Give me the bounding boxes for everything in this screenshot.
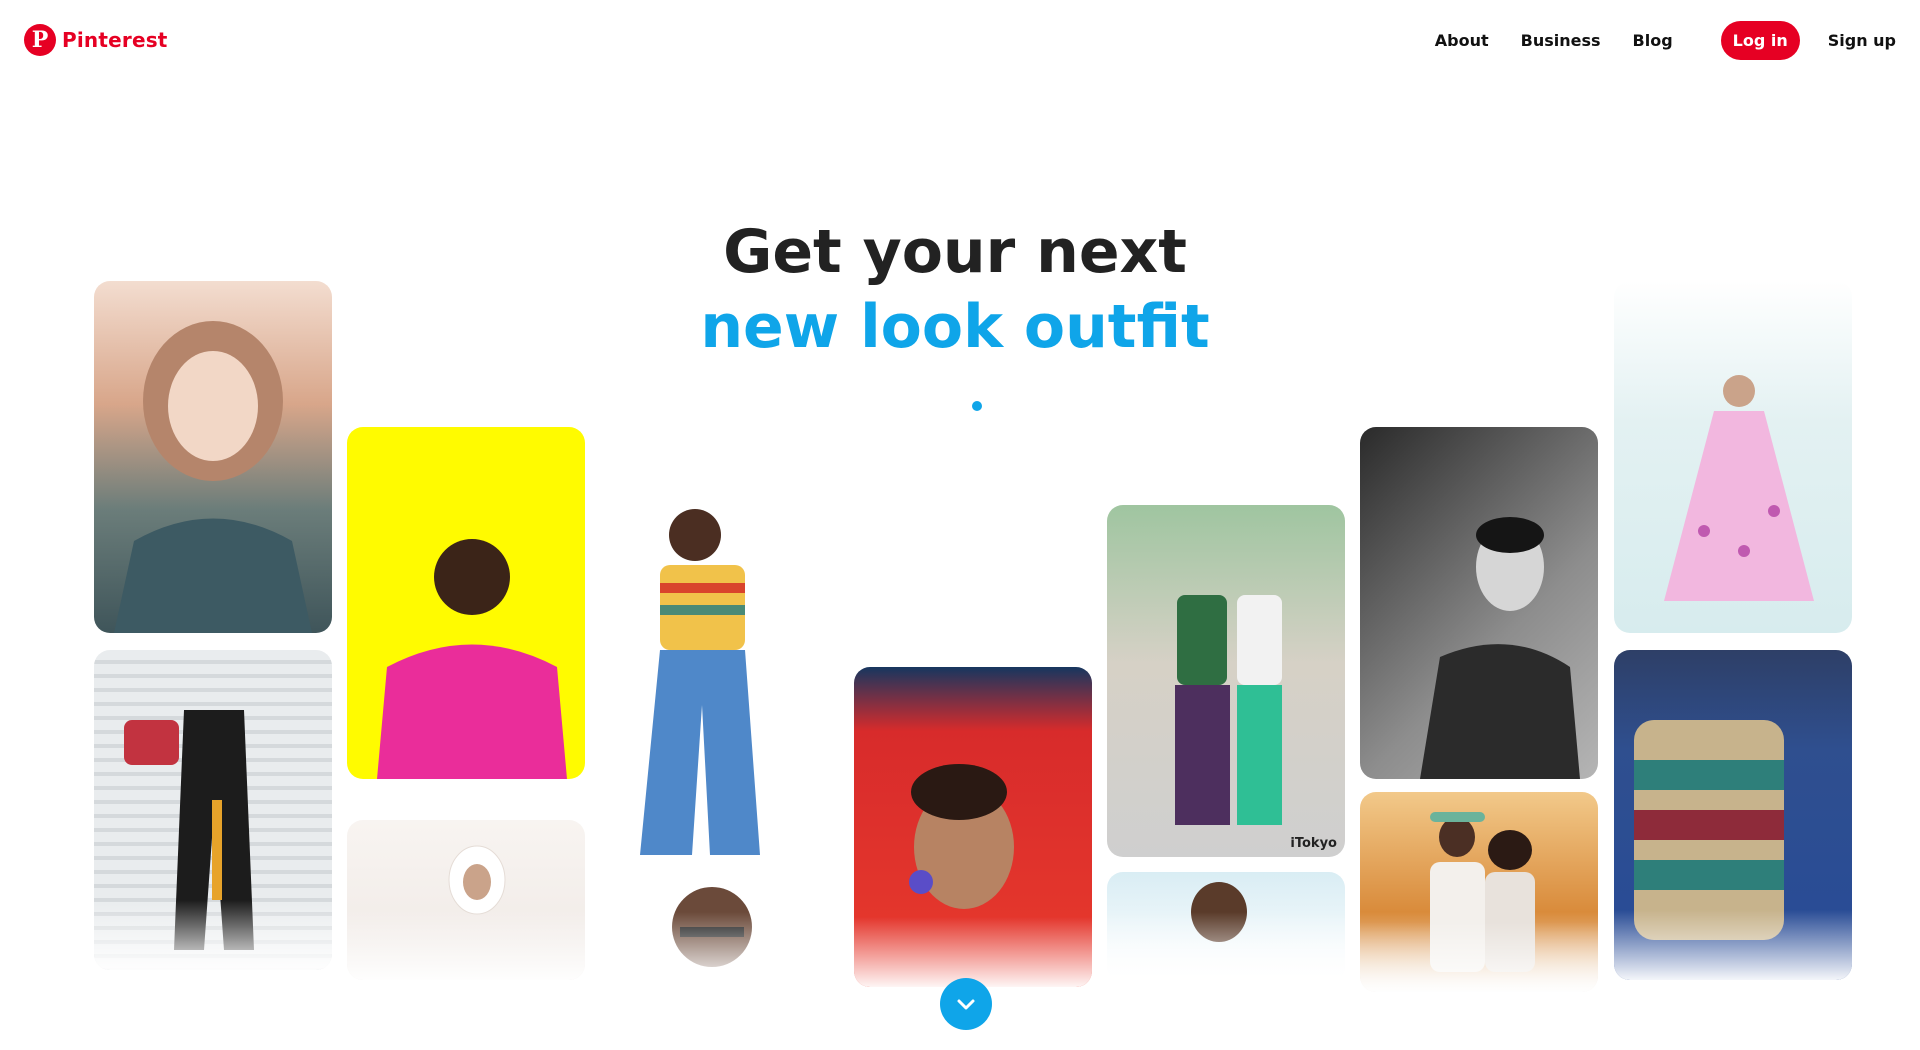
carousel-dot[interactable] (972, 401, 982, 411)
pin-image-man-portrait[interactable] (1107, 872, 1345, 982)
pin-image-street-style-tracksuit[interactable] (94, 650, 332, 970)
signup-button[interactable]: Sign up (1828, 31, 1896, 50)
pin-image-tokyo-street-style[interactable]: iTokyo (1107, 505, 1345, 857)
pin-image-patterned-sneakers[interactable] (1614, 650, 1852, 980)
bw-portrait-illustration (1420, 517, 1580, 779)
tokyo-watermark: iTokyo (1290, 836, 1337, 851)
fade-overlay (600, 912, 838, 982)
pin-image-man-glasses[interactable] (600, 872, 838, 982)
login-button[interactable]: Log in (1720, 20, 1800, 60)
pin-image-man-black-white[interactable] (1360, 427, 1598, 779)
pinterest-logo-icon: P (24, 24, 56, 56)
carousel-indicator[interactable] (972, 401, 982, 411)
pin-image-man-pink-sweater[interactable] (347, 427, 585, 779)
pin-image-couple-autumn[interactable] (1360, 792, 1598, 992)
striped-tee-illustration (640, 509, 760, 855)
pink-sweater-illustration (377, 539, 567, 779)
pin-image-woman-plaid-blazer[interactable] (94, 281, 332, 633)
chevron-down-icon (957, 999, 975, 1010)
pink-dress-illustration (1664, 375, 1814, 601)
fade-overlay (94, 900, 332, 970)
portrait-illustration (114, 321, 312, 633)
pin-image-woman-red-backdrop[interactable] (854, 667, 1092, 987)
pin-image-pink-dress[interactable] (1614, 281, 1852, 633)
brand-name: Pinterest (62, 28, 168, 52)
top-nav: About Business Blog Log in Sign up (1403, 20, 1896, 60)
nav-blog[interactable]: Blog (1633, 31, 1673, 50)
scroll-down-button[interactable] (940, 978, 992, 1030)
nav-business[interactable]: Business (1521, 31, 1601, 50)
fade-overlay (1614, 910, 1852, 980)
tokyo-street-illustration (1175, 595, 1282, 825)
fade-overlay (1360, 922, 1598, 992)
fade-overlay (347, 910, 585, 980)
nav-about[interactable]: About (1435, 31, 1489, 50)
pin-image-woman-hijab[interactable] (347, 820, 585, 980)
fade-overlay (1107, 912, 1345, 982)
hero-title: Get your next (723, 217, 1187, 287)
pin-image-striped-tee-jeans[interactable] (600, 505, 838, 857)
site-header: P Pinterest About Business Blog Log in S… (0, 0, 1920, 80)
fade-overlay (854, 917, 1092, 987)
pinterest-logo[interactable]: P Pinterest (24, 24, 168, 56)
